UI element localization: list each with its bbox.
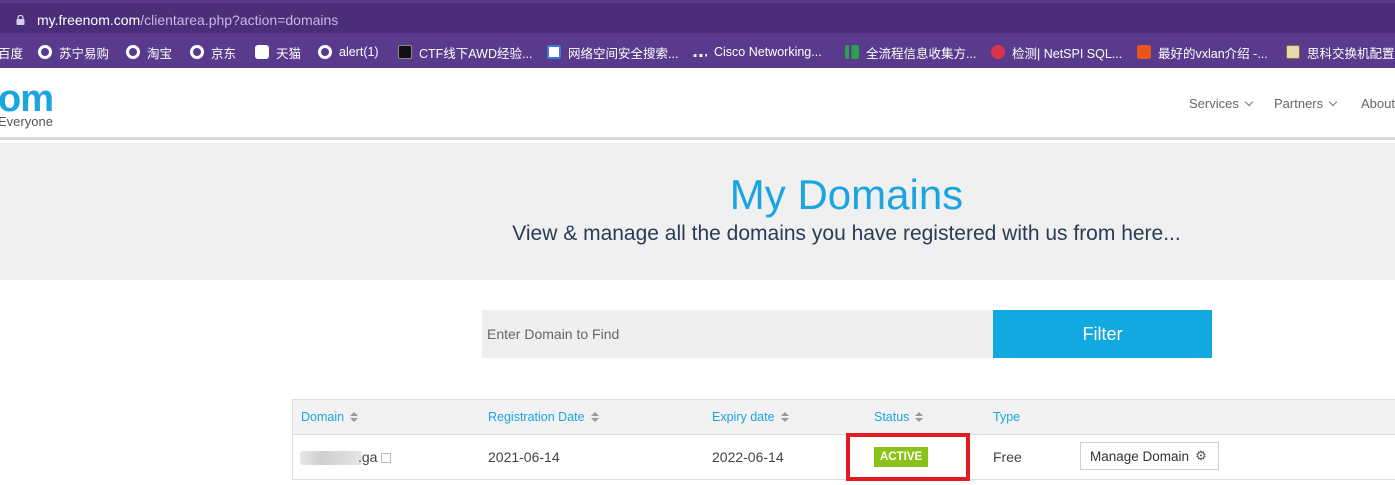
nav-services[interactable]: Services xyxy=(1189,96,1254,111)
bookmark-label: 检测| NetSPI SQL... xyxy=(1012,46,1123,61)
bookmark-tmall[interactable]: 天猫 xyxy=(255,43,301,61)
bookmark-label: 苏宁易购 xyxy=(59,46,110,61)
domain-cell[interactable]: .ga xyxy=(300,449,392,466)
chevron-down-icon xyxy=(1244,97,1254,107)
bookmark-label: 思科交换机配置 xyxy=(1307,46,1395,61)
type-cell: Free xyxy=(993,449,1022,465)
page-icon xyxy=(398,45,412,59)
manage-domain-button[interactable]: Manage Domain ⚙ xyxy=(1080,442,1219,470)
bookmark-label: alert(1) xyxy=(339,45,379,59)
bookmark-label: CTF线下AWD经验... xyxy=(419,46,533,61)
globe-icon xyxy=(38,45,52,59)
nav-about[interactable]: About xyxy=(1361,96,1395,111)
column-domain[interactable]: Domain xyxy=(301,410,359,424)
nav-partners-label: Partners xyxy=(1274,96,1324,111)
column-type: Type xyxy=(993,410,1020,424)
bookmark-info-collect[interactable]: 全流程信息收集方... xyxy=(845,43,976,61)
site-tagline: Everyone xyxy=(0,114,53,129)
bookmark-label: 百度 xyxy=(0,46,24,61)
nav-services-label: Services xyxy=(1189,96,1239,111)
globe-icon xyxy=(126,45,140,59)
url-text[interactable]: my.freenom.com/clientarea.php?action=dom… xyxy=(37,12,338,28)
page-title: My Domains xyxy=(729,171,964,218)
column-status[interactable]: Status xyxy=(874,410,924,424)
bookmark-label: 天猫 xyxy=(276,46,302,61)
column-label: Registration Date xyxy=(488,410,585,424)
bookmark-cisco-switch[interactable]: 思科交换机配置 xyxy=(1286,43,1395,61)
lock-icon xyxy=(16,15,25,25)
column-label: Type xyxy=(993,410,1021,424)
bookmark-label: 最好的vxlan介绍 -... xyxy=(1158,46,1268,61)
redacted-domain-name xyxy=(300,451,362,466)
sort-icon xyxy=(915,411,924,423)
globe-icon xyxy=(190,45,204,59)
bookmark-netspi[interactable]: 检测| NetSPI SQL... xyxy=(991,43,1122,61)
column-registration-date[interactable]: Registration Date xyxy=(488,410,599,424)
cisco-icon xyxy=(693,47,707,57)
bookmark-label: Cisco Networking... xyxy=(714,45,822,59)
nav-about-label: About xyxy=(1361,96,1395,111)
domains-table: Domain Registration Date Expiry date Sta… xyxy=(292,399,1395,485)
url-host: my.freenom.com xyxy=(37,12,141,28)
bookmark-label: 淘宝 xyxy=(147,46,173,61)
bookmark-suning[interactable]: 苏宁易购 xyxy=(38,43,109,61)
bookmark-label: 网络空间安全搜索... xyxy=(568,46,679,61)
bookmark-cyberspace-search[interactable]: 网络空间安全搜索... xyxy=(547,43,678,61)
sort-icon xyxy=(350,411,359,423)
column-label: Status xyxy=(874,410,910,424)
filter-button[interactable]: Filter xyxy=(993,310,1212,358)
bookmark-cisco[interactable]: Cisco Networking... xyxy=(693,43,822,61)
column-expiry-date[interactable]: Expiry date xyxy=(712,410,789,424)
expiry-date-cell: 2022-06-14 xyxy=(712,449,784,465)
status-highlight-box xyxy=(846,433,970,481)
column-label: Domain xyxy=(301,410,345,424)
bookmark-label: 全流程信息收集方... xyxy=(866,46,977,61)
hero-banner: My Domains View & manage all the domains… xyxy=(0,143,1395,280)
bookmark-label: 京东 xyxy=(211,46,237,61)
external-link-icon[interactable] xyxy=(381,453,392,464)
table-row: .ga 2021-06-14 2022-06-14 ACTIVE Free Ma… xyxy=(292,433,1395,481)
browser-address-bar: my.freenom.com/clientarea.php?action=dom… xyxy=(0,0,1395,35)
netspi-icon xyxy=(991,45,1005,59)
globe-icon xyxy=(318,45,332,59)
jian-icon xyxy=(1137,45,1151,59)
domain-suffix: .ga xyxy=(358,449,378,465)
search-engine-icon xyxy=(547,45,561,59)
site-header: om Everyone Services Partners About xyxy=(0,68,1395,140)
bookmark-alert[interactable]: alert(1) xyxy=(318,43,379,61)
page-subtitle: View & manage all the domains you have r… xyxy=(512,222,1181,245)
gear-icon: ⚙ xyxy=(1195,448,1207,463)
manage-domain-label: Manage Domain xyxy=(1090,448,1190,464)
bookmark-baidu[interactable]: 百度 xyxy=(0,43,23,61)
bookmark-jd[interactable]: 京东 xyxy=(190,43,236,61)
bookmarks-bar: 百度 苏宁易购 淘宝 京东 天猫 alert(1) CTF线下AWD经验... … xyxy=(0,35,1395,68)
url-field[interactable]: my.freenom.com/clientarea.php?action=dom… xyxy=(0,3,1395,33)
bookmark-taobao[interactable]: 淘宝 xyxy=(126,43,172,61)
table-header: Domain Registration Date Expiry date Sta… xyxy=(292,399,1395,435)
registration-date-cell: 2021-06-14 xyxy=(488,449,560,465)
tmall-icon xyxy=(255,45,269,59)
sort-icon xyxy=(780,411,789,423)
column-label: Expiry date xyxy=(712,410,775,424)
sort-icon xyxy=(590,411,599,423)
bars-icon xyxy=(845,45,859,59)
url-path: /clientarea.php?action=domains xyxy=(140,12,339,28)
chevron-down-icon xyxy=(1328,97,1338,107)
bookmark-ctf[interactable]: CTF线下AWD经验... xyxy=(398,43,532,61)
bookmark-vxlan[interactable]: 最好的vxlan介绍 -... xyxy=(1137,43,1268,61)
book-icon xyxy=(1286,45,1300,59)
nav-partners[interactable]: Partners xyxy=(1274,96,1338,111)
domain-search-input[interactable] xyxy=(482,310,993,358)
